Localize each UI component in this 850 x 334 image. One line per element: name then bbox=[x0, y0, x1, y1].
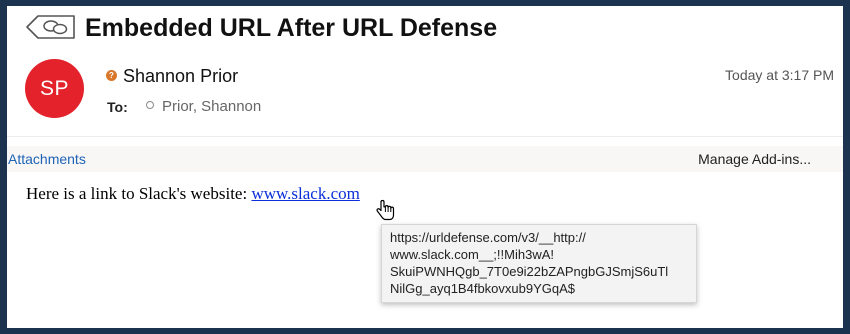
avatar-initials: SP bbox=[39, 76, 69, 100]
message-subject: Embedded URL After URL Defense bbox=[85, 14, 498, 42]
url-tooltip: https://urldefense.com/v3/__http:// www.… bbox=[381, 224, 697, 303]
mail-window: Embedded URL After URL Defense SP ? Shan… bbox=[7, 6, 843, 328]
message-timestamp: Today at 3:17 PM bbox=[725, 67, 834, 83]
tooltip-line: www.slack.com__;!!Mih3wA! bbox=[390, 247, 554, 262]
body-text: Here is a link to Slack's website: bbox=[26, 184, 252, 203]
presence-icon bbox=[146, 101, 154, 109]
recipient-name[interactable]: Prior, Shannon bbox=[162, 98, 261, 115]
avatar[interactable]: SP bbox=[25, 59, 84, 118]
to-label: To: bbox=[107, 99, 128, 115]
tooltip-line: https://urldefense.com/v3/__http:// bbox=[390, 230, 586, 245]
status-question-icon: ? bbox=[106, 70, 117, 81]
manage-addins-button[interactable]: Manage Add-ins... bbox=[698, 151, 811, 167]
attachments-link[interactable]: Attachments bbox=[8, 151, 86, 167]
message-body: Here is a link to Slack's website: www.s… bbox=[26, 184, 360, 204]
hand-pointer-cursor-icon bbox=[376, 199, 396, 221]
tooltip-line: NilGg_ayq1B4fbkovxub9YGqA$ bbox=[390, 281, 576, 296]
attachments-bar: Attachments Manage Add-ins... bbox=[7, 146, 843, 172]
slack-link[interactable]: www.slack.com bbox=[251, 184, 359, 203]
divider bbox=[7, 136, 843, 137]
back-arrow-icon[interactable] bbox=[25, 14, 77, 40]
sender-name[interactable]: Shannon Prior bbox=[123, 66, 238, 87]
tooltip-line: SkuiPWNHQgb_7T0e9i22bZAPngbGJSmjS6uTl bbox=[390, 264, 669, 279]
